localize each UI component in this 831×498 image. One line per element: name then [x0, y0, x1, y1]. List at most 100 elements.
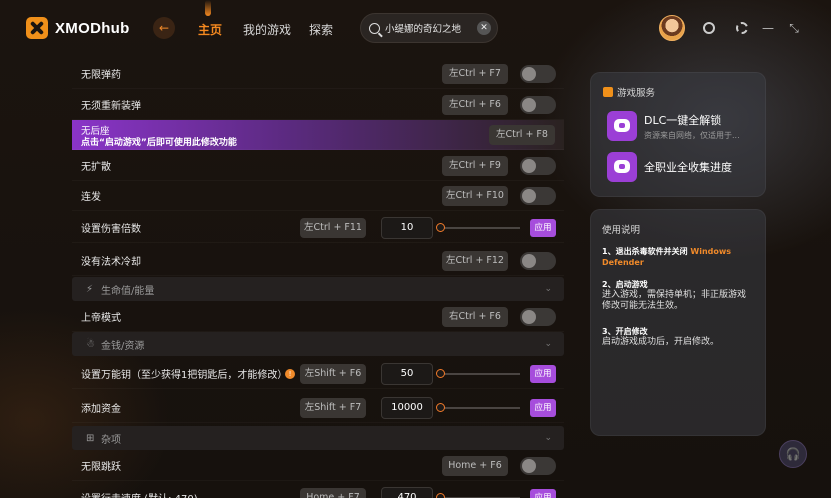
- services-title: 游戏服务: [603, 85, 655, 99]
- instruction-step: 3、开启修改 启动游戏成功后，开启修改。: [602, 326, 752, 348]
- instructions-panel: 使用说明 1、退出杀毒软件并关闭 Windows Defender 2、启动游戏…: [590, 209, 766, 436]
- services-title-text: 游戏服务: [617, 88, 656, 99]
- search-box[interactable]: 小缇娜的奇幻之地 ✕: [360, 13, 498, 43]
- cheat-row-locked: 无后座 点击“启动游戏”后即可使用此修改功能 左Ctrl + F8: [72, 120, 564, 150]
- step-head: 2、启动游戏: [602, 280, 648, 289]
- nav-my-games[interactable]: 我的游戏: [243, 21, 291, 38]
- notification-icon[interactable]: [701, 20, 717, 36]
- lightning-icon: ⚡: [86, 283, 94, 295]
- grid-icon: ⊞: [86, 432, 95, 444]
- cheat-toggle[interactable]: [520, 95, 556, 114]
- cheat-row: 没有法术冷却 左Ctrl + F12: [72, 246, 564, 276]
- apply-button[interactable]: 应用: [530, 218, 556, 237]
- cheat-label: 设置行走速度 (默认: 470): [81, 490, 198, 498]
- cheat-row: 上帝模式 右Ctrl + F6: [72, 302, 564, 332]
- section-label: 金钱/资源: [101, 340, 145, 352]
- slider-knob[interactable]: [436, 223, 445, 232]
- apply-button[interactable]: 应用: [530, 364, 556, 383]
- slider-knob[interactable]: [436, 403, 445, 412]
- slider-knob[interactable]: [436, 369, 445, 378]
- user-avatar[interactable]: [659, 15, 685, 41]
- minimize-icon[interactable]: —: [760, 20, 776, 36]
- step-body: 进入游戏，需保持单机；非正版游戏修改可能无法生效。: [602, 290, 747, 311]
- cheat-row: 添加资金 左Shift + F7 10000 应用: [72, 393, 564, 423]
- cheat-toggle[interactable]: [520, 307, 556, 326]
- cheat-row: 设置万能钥（至少获得1把钥匙后，才能修改） ! 左Shift + F6 50 应…: [72, 359, 564, 389]
- cheat-label: 连发: [81, 192, 101, 203]
- active-indicator: [205, 0, 211, 16]
- hotkey-badge: 左Ctrl + F11: [300, 217, 366, 238]
- clear-search-icon[interactable]: ✕: [477, 21, 491, 35]
- game-services-panel: 游戏服务 DLC一键全解锁 资源来自网络，仅适用于... 全职业全收集进度: [590, 72, 766, 197]
- maximize-icon[interactable]: ⤡: [786, 20, 802, 36]
- cheat-row: 无限跳跃 Home + F6: [72, 451, 564, 481]
- cheat-toggle[interactable]: [520, 64, 556, 83]
- section-health[interactable]: ⚡ 生命值/能量 ⌄: [72, 277, 564, 301]
- money-icon: ☃: [86, 338, 95, 350]
- value-slider[interactable]: [436, 223, 520, 232]
- chevron-down-icon: ⌄: [544, 433, 552, 443]
- nav-home[interactable]: 主页: [198, 21, 222, 38]
- step-body: 启动游戏成功后，开启修改。: [602, 337, 720, 347]
- value-input[interactable]: 10000: [381, 396, 433, 419]
- settings-icon[interactable]: [734, 20, 750, 36]
- headset-icon[interactable]: 🎧: [779, 440, 807, 468]
- cheat-list: 无限弹药 左Ctrl + F7 无须重新装弹 左Ctrl + F6 无后座 点击…: [72, 58, 564, 498]
- service-name: 全职业全收集进度: [644, 161, 732, 174]
- hotkey-badge: Home + F7: [300, 487, 366, 498]
- chevron-down-icon: ⌄: [544, 339, 552, 349]
- value-input[interactable]: 50: [381, 362, 433, 385]
- cheat-row: 设置行走速度 (默认: 470) Home + F7 470 应用: [72, 483, 564, 498]
- top-bar: XMODhub ← 主页 我的游戏 探索 小缇娜的奇幻之地 ✕ — ⤡: [0, 0, 831, 56]
- section-money[interactable]: ☃ 金钱/资源 ⌄: [72, 332, 564, 356]
- cheat-label: 设置伤害倍数: [81, 224, 141, 235]
- hotkey-badge: 左Shift + F6: [300, 363, 366, 384]
- apply-button[interactable]: 应用: [530, 398, 556, 417]
- cheat-label: 设置万能钥（至少获得1把钥匙后，才能修改）: [81, 370, 288, 381]
- launch-notice: 点击“启动游戏”后即可使用此修改功能: [81, 138, 237, 148]
- cheat-row: 无须重新装弹 左Ctrl + F6: [72, 90, 564, 120]
- instruction-step: 1、退出杀毒软件并关闭 Windows Defender: [602, 246, 752, 268]
- logo-icon: [26, 17, 48, 39]
- cheat-row: 连发 左Ctrl + F10: [72, 181, 564, 211]
- value-slider[interactable]: [436, 369, 520, 378]
- value-slider[interactable]: [436, 403, 520, 412]
- cheat-label: 上帝模式: [81, 313, 121, 324]
- cheat-toggle[interactable]: [520, 456, 556, 475]
- section-misc[interactable]: ⊞ 杂项 ⌄: [72, 426, 564, 450]
- cheat-toggle[interactable]: [520, 186, 556, 205]
- app-name: XMODhub: [55, 19, 130, 37]
- cheat-label: 添加资金: [81, 404, 121, 415]
- search-input[interactable]: 小缇娜的奇幻之地: [385, 21, 472, 35]
- hotkey-badge: 右Ctrl + F6: [442, 306, 508, 327]
- cheat-label: 无须重新装弹: [81, 101, 141, 112]
- slider-knob[interactable]: [436, 493, 445, 498]
- gamepad-icon: [607, 152, 637, 182]
- gamepad-icon: [607, 111, 637, 141]
- search-icon: [369, 22, 380, 34]
- value-input[interactable]: 10: [381, 216, 433, 239]
- hotkey-badge: 左Ctrl + F12: [442, 250, 508, 271]
- cheat-row: 无限弹药 左Ctrl + F7: [72, 59, 564, 89]
- service-collection[interactable]: 全职业全收集进度: [607, 152, 732, 182]
- hotkey-badge: 左Ctrl + F10: [442, 185, 508, 206]
- cheat-toggle[interactable]: [520, 156, 556, 175]
- service-dlc-unlock[interactable]: DLC一键全解锁 资源来自网络，仅适用于...: [607, 111, 740, 141]
- info-icon[interactable]: !: [285, 368, 295, 379]
- hotkey-badge: 左Shift + F7: [300, 397, 366, 418]
- app-logo[interactable]: XMODhub: [26, 17, 130, 39]
- value-input[interactable]: 470: [381, 486, 433, 498]
- back-button[interactable]: ←: [153, 17, 175, 39]
- nav-explore[interactable]: 探索: [309, 21, 333, 38]
- section-label: 生命值/能量: [101, 285, 155, 297]
- box-icon: [603, 87, 613, 97]
- step-head: 3、开启修改: [602, 327, 648, 336]
- section-label: 杂项: [101, 434, 121, 446]
- cheat-label: 无限跳跃: [81, 462, 121, 473]
- hotkey-badge: Home + F6: [442, 455, 508, 476]
- cheat-toggle[interactable]: [520, 251, 556, 270]
- hotkey-badge: 左Ctrl + F7: [442, 63, 508, 84]
- cheat-label: 无限弹药: [81, 70, 121, 81]
- apply-button[interactable]: 应用: [530, 488, 556, 498]
- cheat-row: 设置伤害倍数 左Ctrl + F11 10 应用: [72, 213, 564, 243]
